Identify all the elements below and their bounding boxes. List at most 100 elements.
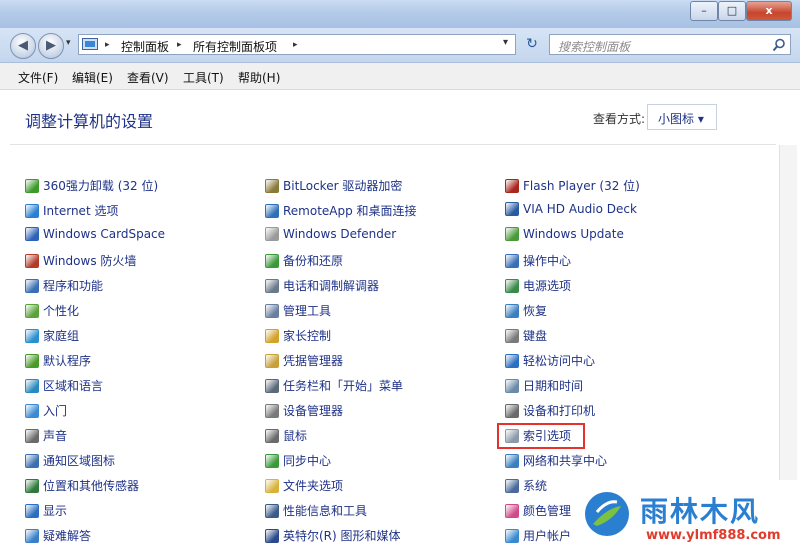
- control-panel-item[interactable]: 家长控制: [265, 327, 331, 345]
- control-panel-item-label: 颜色管理: [523, 504, 572, 518]
- cardspace-icon: [25, 227, 39, 241]
- uninstall-icon: [25, 179, 39, 193]
- highlight-box: [497, 423, 585, 449]
- recent-pages-chevron-icon[interactable]: ▾: [66, 38, 71, 48]
- control-panel-item[interactable]: 电源选项: [505, 277, 571, 295]
- region-language-icon: [25, 379, 39, 393]
- control-panel-item[interactable]: 设备管理器: [265, 402, 343, 420]
- control-panel-item[interactable]: 显示: [25, 502, 67, 520]
- address-bar[interactable]: ▸ 控制面板 ▸ 所有控制面板项 ▸ ▾: [78, 34, 516, 55]
- control-panel-item-label: 电源选项: [523, 279, 572, 293]
- control-panel-item[interactable]: 同步中心: [265, 452, 331, 470]
- control-panel-item[interactable]: Windows CardSpace: [25, 227, 165, 245]
- control-panel-item[interactable]: 设备和打印机: [505, 402, 595, 420]
- control-panel-item-label: 声音: [43, 429, 68, 443]
- control-panel-item-label: 区域和语言: [43, 379, 104, 393]
- control-panel-item[interactable]: RemoteApp 和桌面连接: [265, 202, 417, 220]
- control-panel-item[interactable]: 系统: [505, 477, 547, 495]
- control-panel-item[interactable]: 疑难解答: [25, 527, 91, 545]
- control-panel-item[interactable]: 操作中心: [505, 252, 571, 270]
- defender-icon: [265, 227, 279, 241]
- control-panel-item-label: 同步中心: [283, 454, 332, 468]
- control-panel-item-label: VIA HD Audio Deck: [523, 202, 637, 216]
- control-panel-item[interactable]: 声音: [25, 427, 67, 445]
- control-panel-item-label: RemoteApp 和桌面连接: [283, 204, 417, 218]
- control-panel-item[interactable]: 用户帐户: [505, 527, 571, 545]
- control-panel-item[interactable]: 区域和语言: [25, 377, 103, 395]
- control-panel-item[interactable]: 家庭组: [25, 327, 79, 345]
- control-panel-item[interactable]: Internet 选项: [25, 202, 118, 220]
- homegroup-icon: [25, 329, 39, 343]
- control-panel-item-label: 任务栏和「开始」菜单: [283, 379, 404, 393]
- back-button[interactable]: ◀: [10, 33, 36, 59]
- default-programs-icon: [25, 354, 39, 368]
- location-sensor-icon: [25, 479, 39, 493]
- control-panel-item[interactable]: 轻松访问中心: [505, 352, 595, 370]
- backup-icon: [265, 254, 279, 268]
- control-panel-item[interactable]: 鼠标: [265, 427, 307, 445]
- control-panel-item[interactable]: 日期和时间: [505, 377, 583, 395]
- maximize-button[interactable]: □: [718, 1, 746, 21]
- address-dropdown-icon[interactable]: ▾: [503, 37, 508, 48]
- view-by-value: 小图标 ▾: [658, 112, 704, 126]
- control-panel-item[interactable]: 程序和功能: [25, 277, 103, 295]
- forward-button[interactable]: ▶: [38, 33, 64, 59]
- control-panel-item[interactable]: 入门: [25, 402, 67, 420]
- action-center-icon: [505, 254, 519, 268]
- control-panel-item[interactable]: VIA HD Audio Deck: [505, 202, 637, 220]
- divider: [10, 144, 776, 145]
- via-audio-icon: [505, 202, 519, 216]
- control-panel-item-label: 入门: [43, 404, 68, 418]
- watermark-name: 雨林木风: [640, 495, 761, 528]
- menu-tools[interactable]: 工具(T): [183, 69, 224, 86]
- control-panel-item[interactable]: 恢复: [505, 302, 547, 320]
- watermark-url: www.ylmf888.com: [646, 528, 781, 543]
- control-panel-item-label: 家长控制: [283, 329, 332, 343]
- control-panel-item[interactable]: 颜色管理: [505, 502, 571, 520]
- control-panel-item[interactable]: 性能信息和工具: [265, 502, 367, 520]
- minimize-button[interactable]: –: [690, 1, 718, 21]
- control-panel-item[interactable]: BitLocker 驱动器加密: [265, 177, 402, 195]
- control-panel-item-label: 用户帐户: [523, 529, 572, 543]
- breadcrumb-separator: ▸: [105, 40, 110, 50]
- control-panel-item[interactable]: Flash Player (32 位): [505, 177, 640, 195]
- search-input[interactable]: 搜索控制面板: [549, 34, 791, 55]
- control-panel-item-label: 键盘: [523, 329, 548, 343]
- system-icon: [505, 479, 519, 493]
- control-panel-item[interactable]: 个性化: [25, 302, 79, 320]
- control-panel-item-label: 日期和时间: [523, 379, 584, 393]
- control-panel-item[interactable]: Windows Update: [505, 227, 624, 245]
- refresh-button[interactable]: ↻: [521, 34, 543, 55]
- menu-help[interactable]: 帮助(H): [238, 69, 280, 86]
- control-panel-item[interactable]: 网络和共享中心: [505, 452, 607, 470]
- control-panel-item[interactable]: 默认程序: [25, 352, 91, 370]
- control-panel-item-label: 疑难解答: [43, 529, 92, 543]
- control-panel-item[interactable]: 位置和其他传感器: [25, 477, 139, 495]
- control-panel-item-label: 家庭组: [43, 329, 80, 343]
- control-panel-item[interactable]: 英特尔(R) 图形和媒体: [265, 527, 401, 545]
- menu-edit[interactable]: 编辑(E): [72, 69, 113, 86]
- menu-file[interactable]: 文件(F): [18, 69, 58, 86]
- close-button[interactable]: x: [746, 1, 792, 21]
- control-panel-item[interactable]: 360强力卸载 (32 位): [25, 177, 158, 195]
- search-icon[interactable]: [772, 38, 786, 52]
- view-by-dropdown[interactable]: 小图标 ▾: [647, 104, 717, 130]
- internet-options-icon: [25, 204, 39, 218]
- control-panel-item[interactable]: 电话和调制解调器: [265, 277, 379, 295]
- control-panel-item[interactable]: 凭据管理器: [265, 352, 343, 370]
- control-panel-item[interactable]: 文件夹选项: [265, 477, 343, 495]
- menu-view[interactable]: 查看(V): [127, 69, 169, 86]
- control-panel-item[interactable]: 管理工具: [265, 302, 331, 320]
- control-panel-item[interactable]: 键盘: [505, 327, 547, 345]
- personalization-icon: [25, 304, 39, 318]
- breadcrumb-control-panel[interactable]: 控制面板: [121, 38, 169, 55]
- control-panel-item[interactable]: 通知区域图标: [25, 452, 115, 470]
- breadcrumb-all-items[interactable]: 所有控制面板项: [193, 38, 277, 55]
- control-panel-item[interactable]: Windows Defender: [265, 227, 396, 245]
- control-panel-item[interactable]: 任务栏和「开始」菜单: [265, 377, 403, 395]
- control-panel-item[interactable]: 备份和还原: [265, 252, 343, 270]
- control-panel-item[interactable]: Windows 防火墙: [25, 252, 136, 270]
- vertical-scrollbar[interactable]: [779, 145, 797, 480]
- page-title: 调整计算机的设置: [25, 112, 154, 131]
- folder-options-icon: [265, 479, 279, 493]
